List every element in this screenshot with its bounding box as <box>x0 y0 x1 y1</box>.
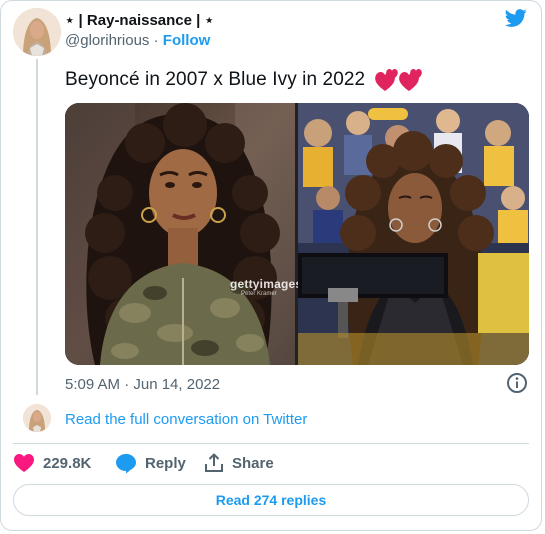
tweet-timestamp[interactable]: 5:09 AM · Jun 14, 2022 <box>65 376 220 394</box>
conversation-avatar <box>23 404 51 432</box>
reply-label: Reply <box>145 455 186 472</box>
like-button[interactable]: 229.8K <box>13 453 91 473</box>
embedded-tweet-card: ⋆ | Ray-naissance | ⋆ @glorihrious · Fol… <box>0 0 542 531</box>
thread-line <box>36 59 38 395</box>
reply-bubble-icon <box>116 454 136 474</box>
getty-credit: Peter Kramer <box>241 291 277 297</box>
media-photo-blue-ivy-2022[interactable] <box>298 103 529 365</box>
like-count: 229.8K <box>43 454 92 472</box>
share-button[interactable]: Share <box>204 453 274 473</box>
divider <box>13 443 529 444</box>
twitter-bird-icon[interactable] <box>504 7 528 29</box>
follow-button[interactable]: Follow <box>163 32 211 49</box>
author-display-name[interactable]: ⋆ | Ray-naissance | ⋆ <box>65 11 214 31</box>
author-handle-row: @glorihrious · Follow <box>65 32 210 50</box>
handle-separator: · <box>153 32 159 49</box>
heart-icon <box>14 454 34 472</box>
share-icon <box>205 453 223 472</box>
tweet-media[interactable]: gettyimages Peter Kramer <box>65 103 529 365</box>
author-handle[interactable]: @glorihrious <box>65 32 149 49</box>
info-icon[interactable] <box>506 372 528 394</box>
read-replies-button[interactable]: Read 274 replies <box>13 484 529 516</box>
media-photo-beyonce-2007[interactable]: gettyimages Peter Kramer <box>65 103 302 365</box>
getty-watermark: gettyimages <box>230 277 303 291</box>
author-avatar[interactable] <box>13 8 61 56</box>
reply-button[interactable]: Reply <box>115 453 186 474</box>
tweet-text-body: Beyoncé in 2007 x Blue Ivy in 2022 <box>65 69 366 91</box>
read-conversation-link[interactable]: Read the full conversation on Twitter <box>65 411 307 429</box>
tweet-text: Beyoncé in 2007 x Blue Ivy in 2022 <box>65 67 427 93</box>
two-hearts-emoji-icon <box>374 68 422 91</box>
share-label: Share <box>232 454 274 472</box>
